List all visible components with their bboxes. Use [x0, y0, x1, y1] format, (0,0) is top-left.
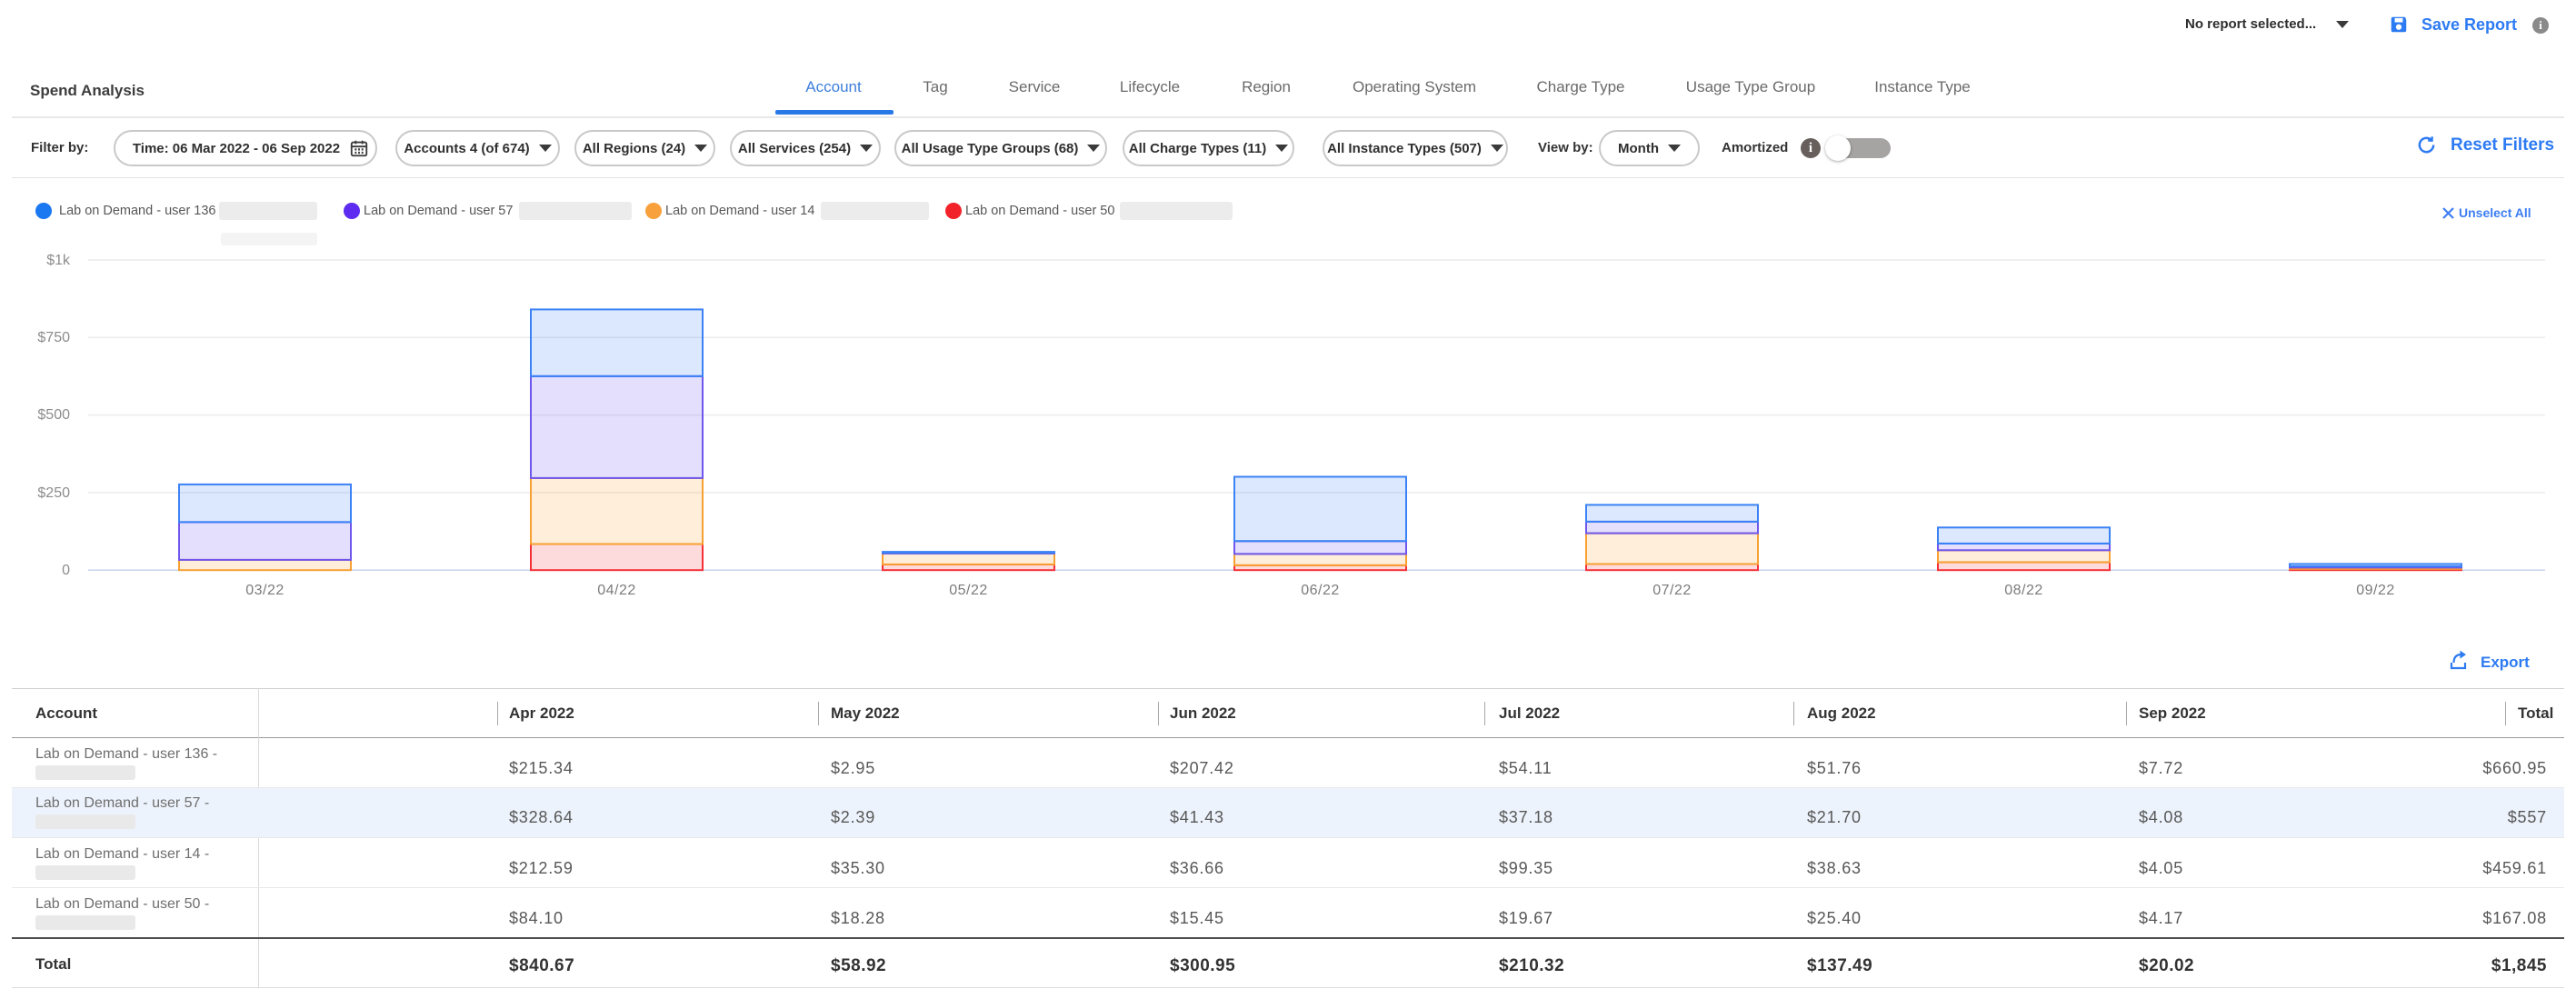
svg-text:0: 0: [62, 563, 70, 578]
svg-text:07/22: 07/22: [1652, 583, 1692, 598]
svg-text:08/22: 08/22: [2004, 583, 2043, 598]
svg-text:$250: $250: [37, 485, 70, 501]
svg-text:$1k: $1k: [46, 253, 71, 268]
svg-text:03/22: 03/22: [245, 583, 285, 598]
svg-text:04/22: 04/22: [597, 583, 636, 598]
svg-text:05/22: 05/22: [949, 583, 988, 598]
svg-text:$500: $500: [37, 407, 70, 423]
svg-text:06/22: 06/22: [1301, 583, 1340, 598]
svg-text:09/22: 09/22: [2356, 583, 2395, 598]
svg-text:$750: $750: [37, 330, 70, 345]
